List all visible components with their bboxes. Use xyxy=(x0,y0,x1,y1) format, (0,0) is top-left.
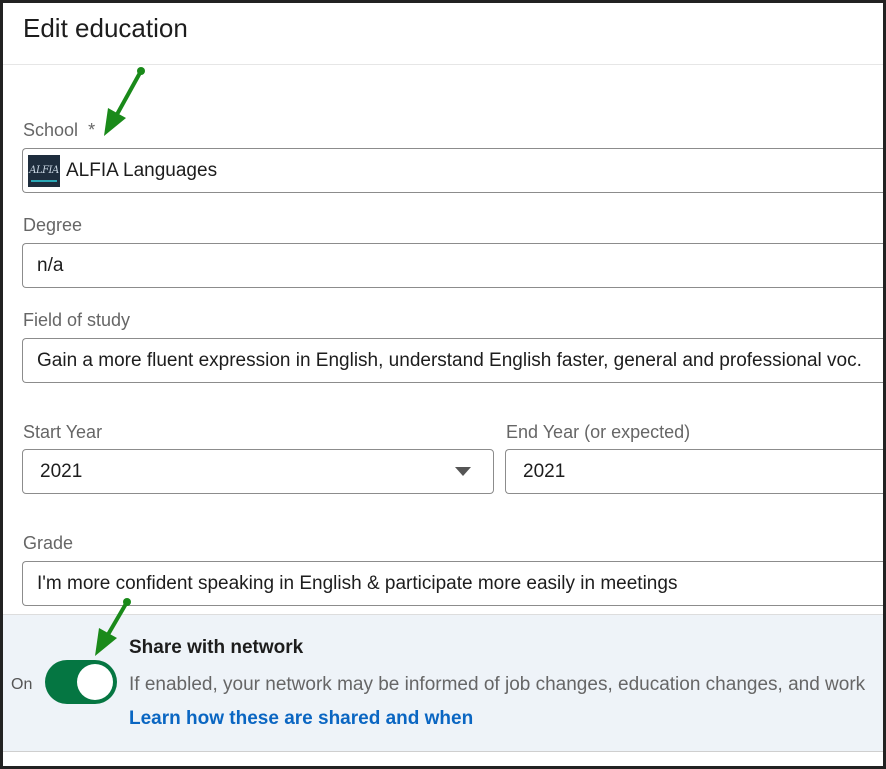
field-of-study-label: Field of study xyxy=(23,310,131,330)
grade-input-value: I'm more confident speaking in English &… xyxy=(37,572,678,594)
school-logo-text: ALFIA xyxy=(29,165,59,176)
grade-input[interactable]: I'm more confident speaking in English &… xyxy=(22,561,883,606)
field-of-study-input[interactable]: Gain a more fluent expression in English… xyxy=(22,338,883,383)
degree-input[interactable]: n/a xyxy=(22,243,883,288)
end-year-select[interactable]: 2021 xyxy=(505,449,883,494)
end-year-label: End Year (or expected) xyxy=(506,422,691,442)
end-year-value: 2021 xyxy=(523,460,566,482)
degree-input-value: n/a xyxy=(37,254,64,276)
school-label-text: School xyxy=(23,120,79,140)
school-input-value: ALFIA Languages xyxy=(66,159,218,181)
required-mark: * xyxy=(88,120,96,140)
field-of-study-input-value: Gain a more fluent expression in English… xyxy=(37,349,862,371)
share-toggle-switch[interactable] xyxy=(45,660,117,704)
toggle-state-label: On xyxy=(11,676,33,693)
share-with-network-section: On Share with network If enabled, your n… xyxy=(3,614,883,752)
start-year-value: 2021 xyxy=(40,460,83,482)
school-input[interactable]: ALFIA ALFIA Languages xyxy=(22,148,883,193)
learn-more-link[interactable]: Learn how these are shared and when xyxy=(129,708,473,730)
edit-education-dialog: Edit education School * ALFIA ALFIA Lang… xyxy=(0,0,886,769)
toggle-knob xyxy=(77,664,113,700)
school-label: School * xyxy=(23,120,95,141)
degree-label: Degree xyxy=(23,215,83,235)
school-logo-icon: ALFIA xyxy=(28,154,60,187)
share-title: Share with network xyxy=(129,637,304,658)
dialog-title: Edit education xyxy=(23,13,188,43)
grade-label: Grade xyxy=(23,533,74,553)
select-chevron-down-icon xyxy=(455,467,471,476)
start-year-label: Start Year xyxy=(23,422,103,442)
start-year-select[interactable]: 2021 xyxy=(22,449,494,494)
share-description: If enabled, your network may be informed… xyxy=(129,674,866,695)
dialog-header: Edit education xyxy=(3,3,883,65)
